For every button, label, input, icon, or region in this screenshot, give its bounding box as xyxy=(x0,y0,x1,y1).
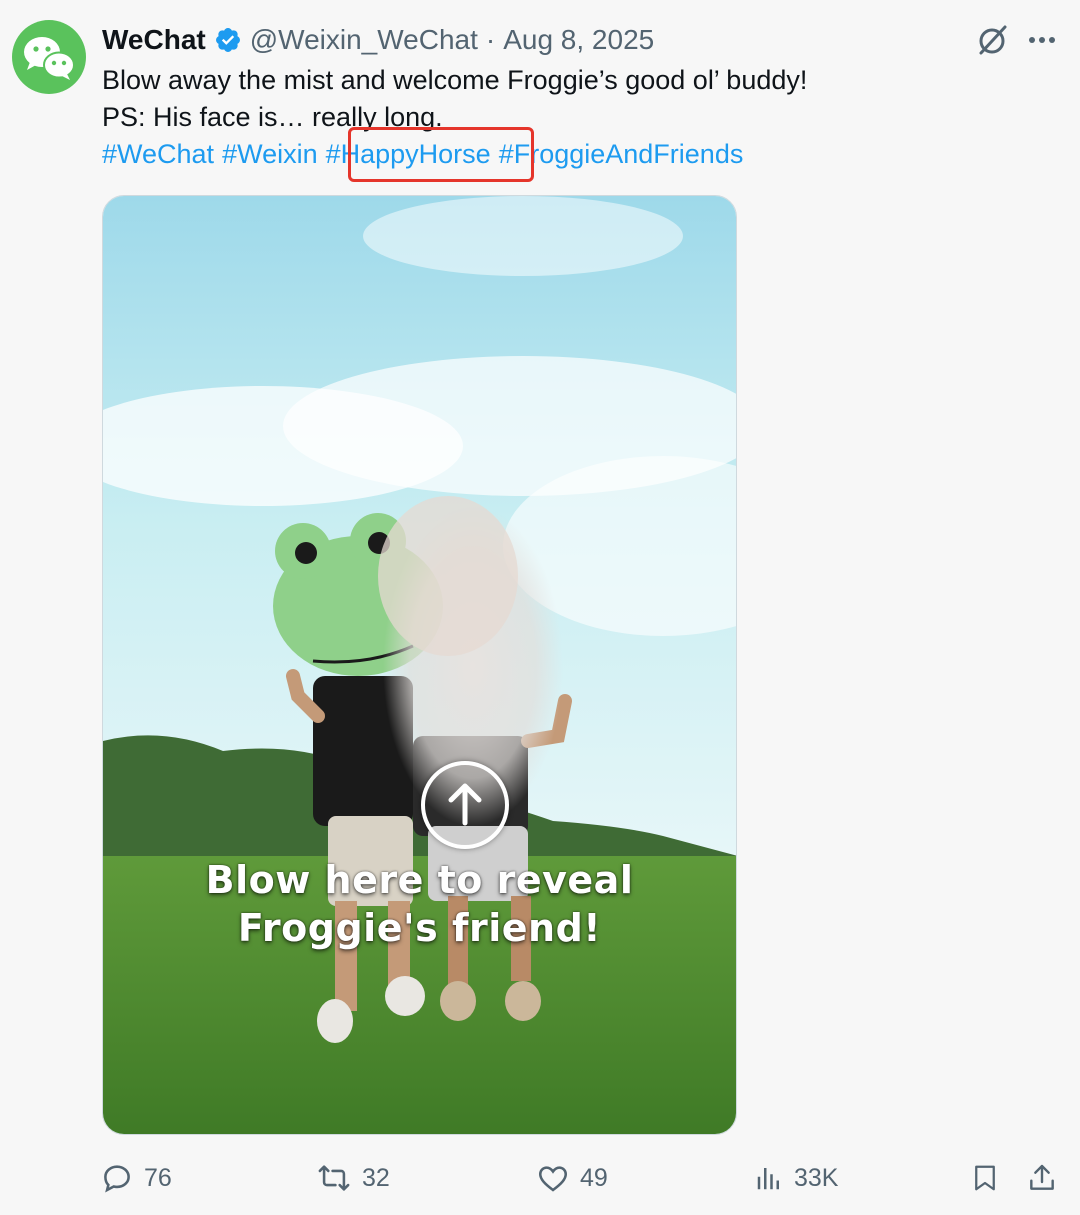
video-caption: Blow here to reveal Froggie's friend! xyxy=(103,856,736,952)
handle[interactable]: @Weixin_WeChat xyxy=(250,24,478,56)
repost-icon xyxy=(318,1165,350,1191)
caption-line-1: Blow here to reveal xyxy=(205,858,634,902)
avatar[interactable] xyxy=(12,20,86,94)
arrow-up-icon xyxy=(448,783,482,826)
post-date[interactable]: Aug 8, 2025 xyxy=(503,24,654,56)
bookmark-icon xyxy=(975,1165,995,1191)
bookmark-button[interactable] xyxy=(970,1158,1010,1198)
more-icon[interactable] xyxy=(1022,22,1062,58)
reply-button[interactable]: 76 xyxy=(100,1158,172,1198)
tweet-line-2: PS: His face is… really long. xyxy=(102,102,443,132)
hashtag-wechat[interactable]: #WeChat xyxy=(102,139,214,169)
share-button[interactable] xyxy=(1026,1158,1068,1198)
views-button[interactable]: 33K xyxy=(754,1158,838,1198)
hashtag-list: #WeChat #Weixin #HappyHorse #FroggieAndFrie… xyxy=(102,136,1002,173)
tweet-text: Blow away the mist and welcome Froggie’s… xyxy=(102,62,1002,173)
repost-count: 32 xyxy=(362,1163,390,1192)
like-icon xyxy=(538,1166,568,1192)
video-media[interactable]: Blow here to reveal Froggie's friend! xyxy=(102,195,737,1135)
tweet-header: WeChat @Weixin_WeChat · Aug 8, 2025 xyxy=(102,22,654,58)
video-frame xyxy=(103,196,736,1134)
grok-icon[interactable] xyxy=(974,22,1010,58)
views-icon xyxy=(757,1168,779,1190)
views-count: 33K xyxy=(794,1163,839,1192)
repost-button[interactable]: 32 xyxy=(316,1158,390,1198)
like-count: 49 xyxy=(580,1163,608,1192)
blow-action-button[interactable] xyxy=(421,761,509,849)
verified-badge-icon[interactable] xyxy=(214,26,242,54)
action-bar: 76 32 49 33K xyxy=(100,1158,1060,1198)
reply-count: 76 xyxy=(144,1163,172,1192)
hashtag-froggieandfriends[interactable]: #FroggieAndFriends xyxy=(499,139,744,169)
tweet-line-1: Blow away the mist and welcome Froggie’s… xyxy=(102,65,808,95)
wechat-logo-icon xyxy=(24,37,75,80)
hashtag-weixin[interactable]: #Weixin xyxy=(222,139,318,169)
like-button[interactable]: 49 xyxy=(536,1158,608,1198)
caption-line-2: Froggie's friend! xyxy=(237,906,602,950)
reply-icon xyxy=(104,1165,130,1193)
share-icon xyxy=(1030,1164,1054,1190)
hashtag-happyhorse[interactable]: #HappyHorse xyxy=(326,139,491,169)
separator: · xyxy=(485,24,496,55)
display-name[interactable]: WeChat xyxy=(102,24,206,56)
